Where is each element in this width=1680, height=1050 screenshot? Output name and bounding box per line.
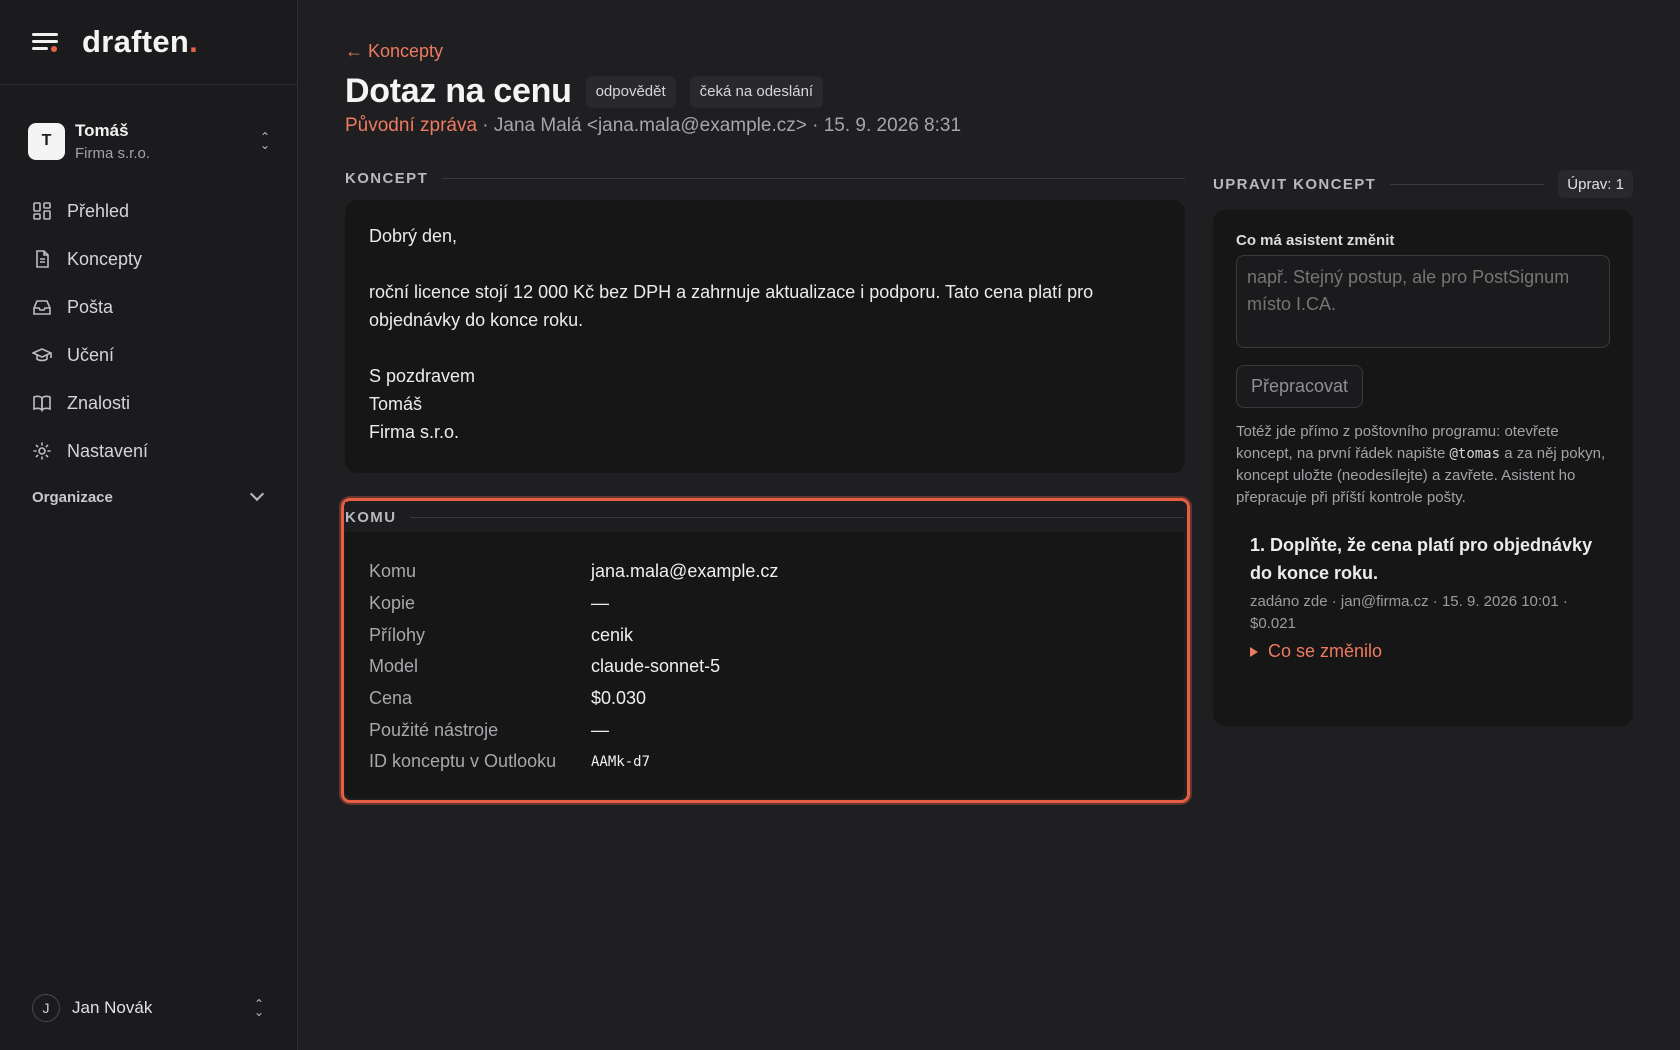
recipients-details: Komu jana.mala@example.cz Kopie — Příloh… xyxy=(345,532,1184,798)
account-switcher[interactable]: T Tomáš Firma s.r.o. ⌃ ⌄ xyxy=(28,116,272,166)
detail-key: Přílohy xyxy=(369,624,426,645)
draft-section-header: KONCEPT xyxy=(345,170,1185,187)
detail-row-outlook-id: ID konceptu v Outlooku AAMk-d7 xyxy=(369,746,1160,778)
revision-item: 1. Doplňte, že cena platí pro objednávky… xyxy=(1250,531,1600,662)
detail-row-price: Cena $0.030 xyxy=(369,683,1160,715)
detail-key: ID konceptu v Outlooku xyxy=(369,751,557,772)
gear-icon xyxy=(33,442,51,460)
mail-client-hint: Totéž jde přímo z poštovního programu: o… xyxy=(1236,421,1612,509)
graduation-cap-icon xyxy=(32,348,52,362)
dashboard-icon xyxy=(33,202,51,220)
sidebar-item-label: Nastavení xyxy=(67,440,149,461)
detail-value: cenik xyxy=(591,624,634,645)
edit-section-header: UPRAVIT KONCEPT Úprav: 1 xyxy=(1213,170,1633,198)
revision-title: 1. Doplňte, že cena platí pro objednávky… xyxy=(1250,535,1593,583)
detail-row-to: Komu jana.mala@example.cz xyxy=(369,556,1160,588)
user-menu[interactable]: J Jan Novák ⌃ ⌄ xyxy=(32,992,266,1024)
back-to-drafts-link[interactable]: ← Koncepty xyxy=(345,41,443,62)
sidebar-item-label: Znalosti xyxy=(67,392,131,413)
draft-greeting: Dobrý den, xyxy=(369,226,458,246)
document-icon xyxy=(36,250,49,268)
rework-button[interactable]: Přepracovat xyxy=(1236,365,1364,408)
detail-row-tools: Použité nástroje — xyxy=(369,714,1160,746)
detail-key: Komu xyxy=(369,561,417,582)
detail-key: Model xyxy=(369,656,419,677)
section-title: UPRAVIT KONCEPT xyxy=(1213,175,1377,193)
chevron-down-icon xyxy=(249,486,265,502)
sidebar-item-label: Učení xyxy=(67,344,115,365)
sidebar-nav: Přehled Koncepty Pošta Učení Znalosti Na… xyxy=(32,187,272,475)
draft-closing: S pozdravem xyxy=(369,366,476,386)
detail-value: — xyxy=(591,719,609,740)
brand-logo: draften xyxy=(82,24,190,59)
sidebar-item-uceni[interactable]: Učení xyxy=(32,331,272,379)
detail-row-attachments: Přílohy cenik xyxy=(369,619,1160,651)
edit-panel: Co má asistent změnit Přepracovat Totéž … xyxy=(1213,210,1633,726)
chevron-updown-icon: ⌃ ⌄ xyxy=(253,997,265,1019)
message-sender-date: · Jana Malá <jana.mala@example.cz> · 15.… xyxy=(477,115,962,136)
sidebar-item-posta[interactable]: Pošta xyxy=(32,283,272,331)
draft-paragraph: roční licence stojí 12 000 Kč bez DPH a … xyxy=(369,282,1094,330)
revision-meta: zadáno zde · jan@firma.cz · 15. 9. 2026 … xyxy=(1250,593,1568,632)
message-meta: Původní zpráva · Jana Malá <jana.mala@ex… xyxy=(345,115,961,137)
sidebar-item-prehled[interactable]: Přehled xyxy=(32,187,272,235)
edit-count-badge: Úprav: 1 xyxy=(1558,170,1633,198)
revision-changes-toggle[interactable]: Co se změnilo xyxy=(1250,641,1600,662)
page-title: Dotaz na cenu xyxy=(345,72,572,110)
detail-row-cc: Kopie — xyxy=(369,588,1160,620)
brand-dot: . xyxy=(189,24,198,59)
sidebar-section-organizace[interactable]: Organizace xyxy=(32,484,266,510)
status-badge: čeká na odeslání xyxy=(689,75,824,108)
draft-signature-org: Firma s.r.o. xyxy=(369,422,460,442)
original-message-link[interactable]: Původní zpráva xyxy=(345,115,477,136)
section-label: Organizace xyxy=(32,488,113,506)
detail-value: claude-sonnet-5 xyxy=(591,656,721,677)
brand-bar: draften. xyxy=(0,0,297,85)
user-avatar: J xyxy=(32,994,60,1022)
hint-mention: @tomas xyxy=(1449,446,1501,462)
section-title: KONCEPT xyxy=(345,170,429,187)
account-name: Tomáš xyxy=(75,120,129,140)
toggle-label: Co se změnilo xyxy=(1268,641,1383,661)
draft-signature-name: Tomáš xyxy=(369,394,423,414)
section-title: KOMU xyxy=(345,508,397,526)
sidebar-item-nastaveni[interactable]: Nastavení xyxy=(32,427,272,475)
detail-key: Použité nástroje xyxy=(369,719,499,740)
account-org: Firma s.r.o. xyxy=(75,144,151,162)
user-name: Jan Novák xyxy=(72,998,153,1017)
chevron-updown-icon: ⌃ ⌄ xyxy=(259,130,271,152)
sidebar-item-koncepty[interactable]: Koncepty xyxy=(32,235,272,283)
sidebar-item-label: Přehled xyxy=(67,200,130,221)
menu-icon[interactable] xyxy=(32,31,60,53)
sidebar-item-label: Koncepty xyxy=(67,248,143,269)
book-icon xyxy=(33,395,51,412)
title-row: Dotaz na cenu odpovědět čeká na odeslání xyxy=(345,72,824,111)
instruction-input[interactable] xyxy=(1236,255,1610,348)
recipients-section-header: KOMU xyxy=(345,502,1184,532)
triangle-right-icon xyxy=(1250,646,1258,657)
sidebar: draften. T Tomáš Firma s.r.o. ⌃ ⌄ Přehled… xyxy=(0,0,298,1050)
detail-value: — xyxy=(591,593,609,614)
detail-value: $0.030 xyxy=(591,688,647,709)
draft-body[interactable]: Dobrý den, roční licence stojí 12 000 Kč… xyxy=(345,200,1185,473)
detail-value: jana.mala@example.cz xyxy=(591,561,779,582)
detail-key: Kopie xyxy=(369,593,416,614)
detail-key: Cena xyxy=(369,688,413,709)
account-avatar: T xyxy=(28,122,65,160)
detail-value: AAMk-d7 xyxy=(591,753,651,770)
sidebar-item-label: Pošta xyxy=(67,296,114,317)
sidebar-item-znalosti[interactable]: Znalosti xyxy=(32,379,272,427)
inbox-icon xyxy=(33,300,51,315)
instruction-label: Co má asistent změnit xyxy=(1236,232,1395,249)
detail-row-model: Model claude-sonnet-5 xyxy=(369,651,1160,683)
type-badge: odpovědět xyxy=(585,75,676,108)
